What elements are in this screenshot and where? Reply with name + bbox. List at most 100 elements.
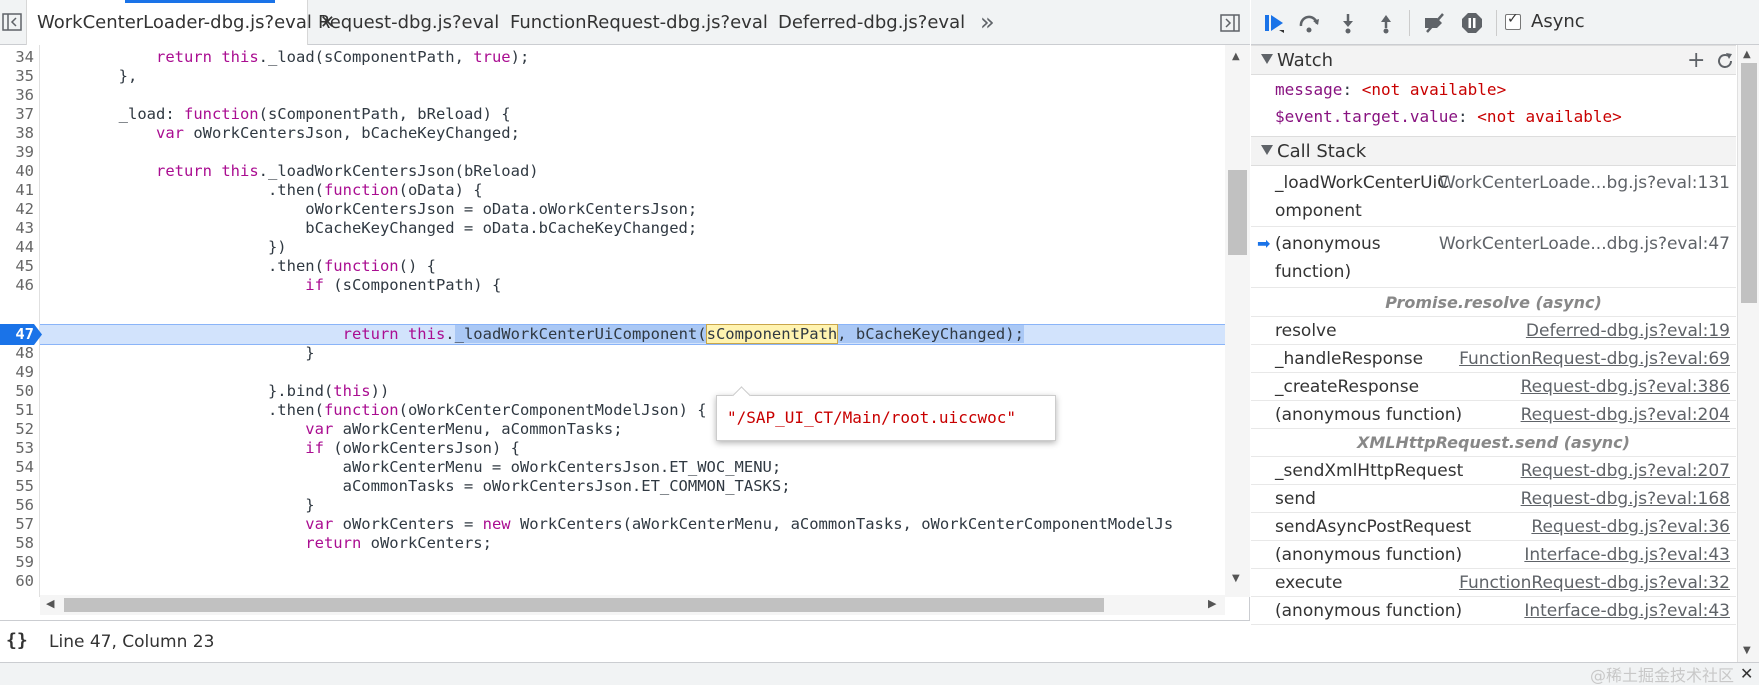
line-number[interactable]: 42 xyxy=(0,199,34,220)
scroll-right-icon[interactable]: ▶ xyxy=(1208,597,1216,610)
popover-value: "/SAP_UI_CT/Main/root.uiccwoc" xyxy=(727,408,1016,427)
line-number[interactable]: 38 xyxy=(0,123,34,144)
frame-location[interactable]: Request-dbg.js?eval:204 xyxy=(1521,401,1730,429)
code-line: var aWorkCenterMenu, aCommonTasks; xyxy=(305,420,623,438)
tab-workcenterloader[interactable]: WorkCenterLoader-dbg.js?eval ✕ xyxy=(26,0,335,45)
line-number[interactable]: 36 xyxy=(0,85,34,106)
sidebar-scrollbar[interactable]: ▲ ▼ xyxy=(1737,45,1759,662)
close-drawer-icon[interactable]: ✕ xyxy=(1740,664,1753,683)
call-frame[interactable]: (anonymous function) Request-dbg.js?eval:… xyxy=(1251,401,1736,429)
line-number[interactable]: 53 xyxy=(0,438,34,459)
editor-horizontal-scrollbar[interactable]: ◀ ▶ xyxy=(40,595,1225,615)
call-frame[interactable]: _loadWorkCenterUiC omponent WorkCenterLoa… xyxy=(1251,167,1736,227)
tab-functionrequest[interactable]: FunctionRequest-dbg.js?eval xyxy=(510,0,768,45)
code-line: _load: function(sComponentPath, bReload)… xyxy=(44,105,511,123)
scrollbar-thumb[interactable] xyxy=(64,598,1104,612)
frame-function-name-wrap: omponent xyxy=(1275,201,1362,221)
step-out-icon[interactable] xyxy=(1375,12,1397,34)
toggle-debugger-sidebar-icon[interactable] xyxy=(1220,14,1240,32)
line-number[interactable]: 52 xyxy=(0,419,34,440)
line-number[interactable]: 58 xyxy=(0,533,34,554)
line-number[interactable]: 35 xyxy=(0,66,34,87)
async-checkbox[interactable] xyxy=(1505,11,1521,30)
pretty-print-button[interactable]: {} xyxy=(6,630,28,651)
expand-triangle-icon xyxy=(1261,54,1273,64)
frame-function-name: _handleResponse xyxy=(1275,349,1424,369)
frame-location[interactable]: Request-dbg.js?eval:207 xyxy=(1521,457,1730,485)
frame-location[interactable]: Request-dbg.js?eval:168 xyxy=(1521,485,1730,513)
editor-status-bar: {} Line 47, Column 23 xyxy=(0,620,1250,662)
more-tabs-icon[interactable]: » xyxy=(980,8,995,36)
line-number[interactable]: 59 xyxy=(0,552,34,573)
frame-function-name: (anonymous function) xyxy=(1275,601,1463,621)
line-number[interactable]: 46 xyxy=(0,275,34,296)
call-frame[interactable]: _sendXmlHttpRequest Request-dbg.js?eval:2… xyxy=(1251,457,1736,485)
line-number[interactable]: 37 xyxy=(0,104,34,125)
scroll-down-icon[interactable]: ▼ xyxy=(1232,573,1240,584)
watch-item[interactable]: $event.target.value: <not available> xyxy=(1251,103,1736,131)
call-frame[interactable]: (anonymous function) Interface-dbg.js?eva… xyxy=(1251,597,1736,625)
line-number[interactable]: 47 xyxy=(0,324,34,345)
line-number[interactable]: 56 xyxy=(0,495,34,516)
refresh-icon[interactable] xyxy=(1715,51,1735,71)
line-number[interactable]: 55 xyxy=(0,476,34,497)
editor-vertical-scrollbar[interactable]: ▲ ▼ xyxy=(1225,45,1250,597)
frame-location[interactable]: FunctionRequest-dbg.js?eval:69 xyxy=(1459,345,1730,373)
tab-deferred[interactable]: Deferred-dbg.js?eval xyxy=(778,0,965,45)
frame-location[interactable]: Deferred-dbg.js?eval:19 xyxy=(1526,317,1730,345)
line-number[interactable]: 51 xyxy=(0,400,34,421)
line-number[interactable]: 50 xyxy=(0,381,34,402)
call-frame[interactable]: _createResponse Request-dbg.js?eval:386 xyxy=(1251,373,1736,401)
scrollbar-thumb[interactable] xyxy=(1741,63,1757,303)
line-number[interactable]: 34 xyxy=(0,47,34,68)
tab-request[interactable]: Request-dbg.js?eval xyxy=(318,0,499,45)
scroll-up-icon[interactable]: ▲ xyxy=(1743,49,1751,60)
line-number[interactable]: 45 xyxy=(0,256,34,277)
frame-location[interactable]: FunctionRequest-dbg.js?eval:32 xyxy=(1459,569,1730,597)
add-watch-icon[interactable]: + xyxy=(1687,48,1705,73)
call-frame[interactable]: _handleResponse FunctionRequest-dbg.js?ev… xyxy=(1251,345,1736,373)
scroll-left-icon[interactable]: ◀ xyxy=(46,597,54,610)
frame-location[interactable]: Interface-dbg.js?eval:43 xyxy=(1524,597,1730,625)
code-line: oWorkCentersJson = oData.oWorkCentersJso… xyxy=(44,200,698,218)
scroll-up-icon[interactable]: ▲ xyxy=(1232,51,1240,62)
call-stack-section-header[interactable]: Call Stack xyxy=(1251,136,1736,166)
line-number[interactable]: 39 xyxy=(0,142,34,163)
call-frame[interactable]: (anonymous function) Interface-dbg.js?eva… xyxy=(1251,541,1736,569)
line-number[interactable]: 54 xyxy=(0,457,34,478)
frame-location[interactable]: Interface-dbg.js?eval:43 xyxy=(1524,541,1730,569)
code-line: .then(function() { xyxy=(44,257,436,275)
call-frame[interactable]: resolve Deferred-dbg.js?eval:19 xyxy=(1251,317,1736,345)
code-editor[interactable]: 34 35 36 37 38 39 40 41 42 43 44 45 46 48 49 50 51 52 53 54… xyxy=(0,45,1250,597)
step-into-icon[interactable] xyxy=(1337,12,1359,34)
toolbar-separator xyxy=(1409,10,1410,36)
frame-location[interactable]: Request-dbg.js?eval:386 xyxy=(1521,373,1730,401)
frame-location[interactable]: WorkCenterLoade...dbg.js?eval:47 xyxy=(1439,230,1730,258)
call-frame[interactable]: execute FunctionRequest-dbg.js?eval:32 xyxy=(1251,569,1736,597)
resume-icon[interactable] xyxy=(1263,12,1285,34)
step-over-icon[interactable] xyxy=(1298,12,1320,34)
line-number[interactable]: 57 xyxy=(0,514,34,535)
frame-location[interactable]: WorkCenterLoade...bg.js?eval:131 xyxy=(1439,169,1730,197)
line-number-gutter[interactable]: 34 35 36 37 38 39 40 41 42 43 44 45 46 48 49 50 51 52 53 54… xyxy=(0,45,40,597)
call-frame-current[interactable]: ➡ (anonymous function) WorkCenterLoade...… xyxy=(1251,228,1736,288)
deactivate-breakpoints-icon[interactable] xyxy=(1423,12,1445,34)
line-number[interactable]: 41 xyxy=(0,180,34,201)
frame-location[interactable]: Request-dbg.js?eval:36 xyxy=(1531,513,1730,541)
watch-item[interactable]: message: <not available> xyxy=(1251,76,1736,104)
scroll-down-icon[interactable]: ▼ xyxy=(1743,645,1751,656)
toggle-navigator-icon[interactable] xyxy=(2,13,22,31)
watch-section-header[interactable]: Watch + xyxy=(1251,45,1736,75)
pause-on-exceptions-icon[interactable] xyxy=(1461,12,1483,34)
call-frame[interactable]: send Request-dbg.js?eval:168 xyxy=(1251,485,1736,513)
hovered-variable[interactable]: sComponentPath xyxy=(705,324,839,344)
line-number[interactable]: 44 xyxy=(0,237,34,258)
line-number[interactable]: 48 xyxy=(0,343,34,364)
line-number[interactable]: 40 xyxy=(0,161,34,182)
line-number[interactable]: 49 xyxy=(0,362,34,383)
line-number[interactable]: 43 xyxy=(0,218,34,239)
scrollbar-thumb[interactable] xyxy=(1228,170,1247,255)
frame-function-name: execute xyxy=(1275,573,1343,593)
line-number[interactable]: 60 xyxy=(0,571,34,592)
call-frame[interactable]: sendAsyncPostRequest Request-dbg.js?eval:… xyxy=(1251,513,1736,541)
